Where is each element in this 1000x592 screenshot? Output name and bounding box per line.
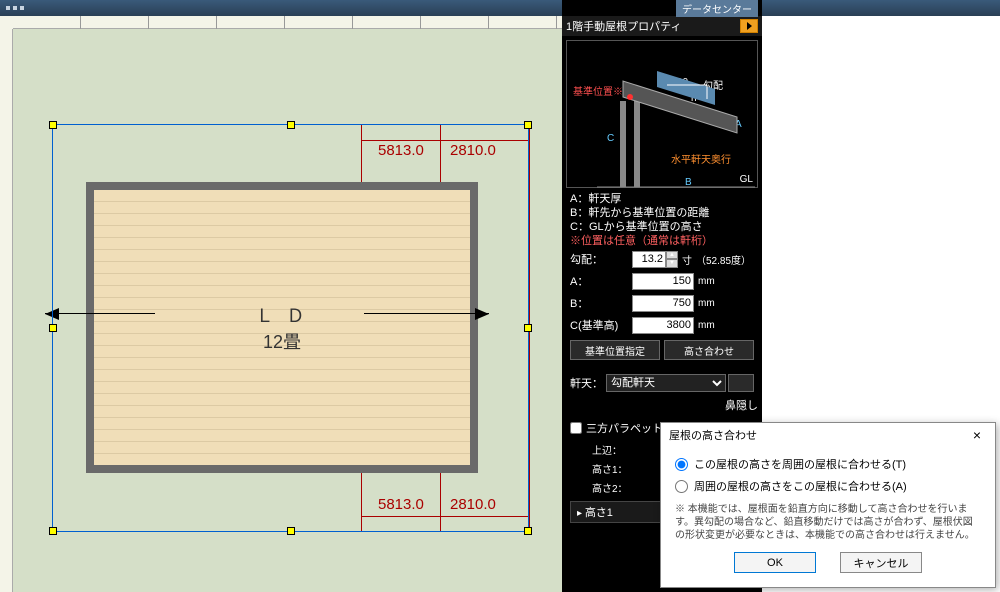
eaves-select[interactable]: 勾配軒天 — [606, 374, 726, 392]
a-input[interactable] — [632, 273, 694, 290]
nose-hide-label: 鼻隠し — [725, 397, 758, 413]
drawing-canvas[interactable]: 5813.0 2810.0 5813.0 2810.0 Ｌ Ｄ 12畳 — [0, 16, 562, 592]
slope-deg: （52.85度） — [696, 252, 751, 267]
roof-diagram: 基準位置※ 10 勾配 n A B C 水平軒天奥行 GL — [566, 40, 758, 188]
datacenter-button[interactable]: データセンター — [676, 0, 758, 17]
radio-option-2[interactable]: 周囲の屋根の高さをこの屋根に合わせる(A) — [675, 475, 981, 497]
b-unit: mm — [698, 298, 715, 309]
slope-unit: 寸 — [682, 252, 692, 267]
c-input[interactable] — [632, 317, 694, 334]
app-toolbar — [0, 0, 1000, 16]
panel-title-bar: 1階手動屋根プロパティ — [562, 16, 762, 36]
resize-handle[interactable] — [49, 527, 57, 535]
radio-others-to-this[interactable] — [675, 480, 688, 493]
height-match-button[interactable]: 高さ合わせ — [664, 340, 754, 360]
a-label: A： — [570, 273, 632, 289]
resize-handle[interactable] — [287, 121, 295, 129]
height-match-dialog: 屋根の高さ合わせ × この屋根の高さを周囲の屋根に合わせる(T) 周囲の屋根の高… — [660, 422, 996, 588]
dialog-title: 屋根の高さ合わせ — [669, 427, 757, 443]
resize-handle[interactable] — [524, 527, 532, 535]
panel-title: 1階手動屋根プロパティ — [566, 18, 681, 34]
diagram-legend: A：軒天厚 B：軒先から基準位置の距離 C：GLから基準位置の高さ ※位置は任意… — [562, 192, 762, 248]
b-input[interactable] — [632, 295, 694, 312]
dialog-note: ※ 本機能では、屋根面を鉛直方向に移動して高さ合わせを行います。異勾配の場合など… — [675, 497, 981, 548]
b-label: B： — [570, 295, 632, 311]
parapet-label: 三方パラペット — [586, 420, 663, 436]
panel-collapse-button[interactable] — [740, 19, 758, 33]
ruler-horizontal — [13, 16, 562, 29]
a-unit: mm — [698, 276, 715, 287]
resize-handle[interactable] — [287, 527, 295, 535]
resize-handle[interactable] — [524, 324, 532, 332]
dialog-titlebar[interactable]: 屋根の高さ合わせ × — [661, 423, 995, 447]
cancel-button[interactable]: キャンセル — [840, 552, 922, 573]
close-icon[interactable]: × — [967, 427, 987, 443]
ok-button[interactable]: OK — [734, 552, 816, 573]
selection-box[interactable] — [52, 124, 529, 532]
eaves-label: 軒天： — [570, 375, 606, 391]
legend-c: C：GLから基準位置の高さ — [570, 220, 754, 234]
resize-handle[interactable] — [49, 324, 57, 332]
slope-label: 勾配： — [570, 251, 632, 267]
eaves-settings-button[interactable] — [728, 374, 754, 392]
radio-option-1[interactable]: この屋根の高さを周囲の屋根に合わせる(T) — [675, 453, 981, 475]
legend-b: B：軒先から基準位置の距離 — [570, 206, 754, 220]
radio-label-1: この屋根の高さを周囲の屋根に合わせる(T) — [694, 456, 906, 472]
ruler-vertical — [0, 29, 13, 592]
parapet-checkbox[interactable] — [570, 422, 582, 434]
c-label: C(基準高) — [570, 317, 632, 333]
ref-position-button[interactable]: 基準位置指定 — [570, 340, 660, 360]
radio-label-2: 周囲の屋根の高さをこの屋根に合わせる(A) — [694, 478, 907, 494]
slope-input[interactable] — [632, 251, 666, 268]
c-unit: mm — [698, 320, 715, 331]
ruler-corner — [0, 16, 13, 29]
legend-note: ※位置は任意（通常は軒桁） — [570, 234, 754, 248]
radio-this-to-others[interactable] — [675, 458, 688, 471]
legend-a: A：軒天厚 — [570, 192, 754, 206]
resize-handle[interactable] — [49, 121, 57, 129]
resize-handle[interactable] — [524, 121, 532, 129]
slope-spinner[interactable]: ▲▼ — [666, 251, 678, 268]
